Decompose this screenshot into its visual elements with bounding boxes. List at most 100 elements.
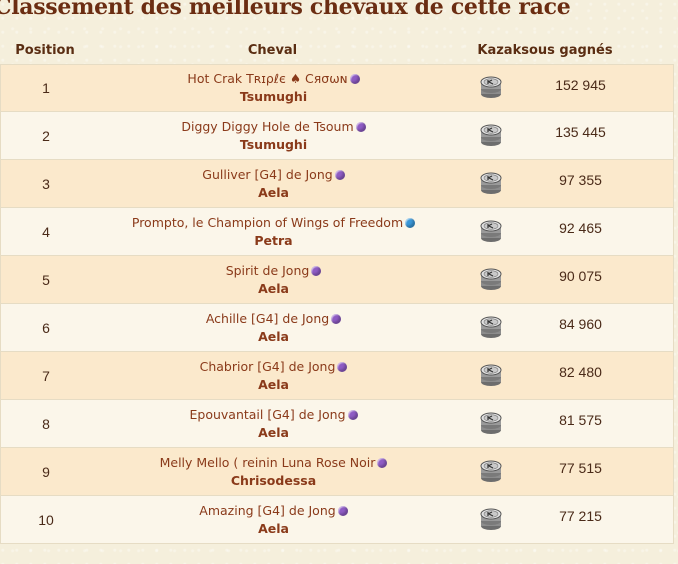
kazaksous-coin-icon: [480, 172, 502, 194]
horse-name-link[interactable]: Chabrior [G4] de Jong: [200, 359, 336, 374]
table-row: 7 Chabrior [G4] de Jong Aela 82 480: [0, 352, 674, 400]
horse-name-line: Epouvantail [G4] de Jong: [91, 406, 456, 424]
row-coin-cell: [456, 460, 526, 484]
table-row: 5 Spirit de Jong Aela 90 075: [0, 256, 674, 304]
row-horse-cell: Gulliver [G4] de Jong Aela: [91, 166, 456, 202]
horse-name-line: Spirit de Jong: [91, 262, 456, 280]
purple-gem-icon: [355, 121, 366, 132]
purple-gem-icon: [347, 409, 358, 420]
row-coin-cell: [456, 124, 526, 148]
horse-name-link[interactable]: Prompto, le Champion of Wings of Freedom: [132, 215, 403, 230]
owner-name-link[interactable]: Aela: [91, 184, 456, 202]
owner-name-link[interactable]: Aela: [91, 376, 456, 394]
row-coin-cell: [456, 268, 526, 292]
horse-name-line: Prompto, le Champion of Wings of Freedom: [91, 214, 456, 232]
table-header: Position Cheval Kazaksous gagnés: [0, 36, 674, 64]
row-coin-cell: [456, 220, 526, 244]
kazaksous-coin-icon: [480, 268, 502, 290]
purple-gem-icon: [349, 74, 360, 84]
header-horse: Cheval: [247, 42, 298, 58]
owner-name-link[interactable]: Aela: [91, 520, 456, 538]
row-position: 7: [42, 367, 50, 384]
horse-name-line: Hot Crak Tʀɪρℓє ♠ Cяσωɴ: [91, 70, 456, 88]
table-row: 10 Amazing [G4] de Jong Aela 77 215: [0, 496, 674, 544]
horse-name-link[interactable]: Melly Mello ( reinin Luna Rose Noir: [160, 455, 376, 470]
horse-name-link[interactable]: Hot Crak Tʀɪρℓє ♠ Cяσωɴ: [187, 71, 347, 86]
horse-name-line: Chabrior [G4] de Jong: [91, 358, 456, 376]
row-position: 5: [42, 271, 50, 288]
horse-name-line: Melly Mello ( reinin Luna Rose Noir: [91, 454, 456, 472]
row-position: 8: [42, 415, 50, 432]
row-kazaksous: 152 945: [555, 77, 606, 93]
kazaksous-coin-icon: [480, 76, 502, 98]
row-coin-cell: [456, 508, 526, 532]
kazaksous-coin-icon: [480, 460, 502, 482]
purple-gem-icon: [337, 505, 348, 516]
row-horse-cell: Spirit de Jong Aela: [91, 262, 456, 298]
page-title: Classement des meilleurs chevaux de cett…: [0, 0, 571, 20]
horse-name-link[interactable]: Achille [G4] de Jong: [206, 311, 329, 326]
header-kazaksous: Kazaksous gagnés: [477, 42, 613, 58]
owner-name-link[interactable]: Tsumughi: [91, 88, 456, 106]
purple-gem-icon: [331, 313, 342, 324]
table-row: 4 Prompto, le Champion of Wings of Freedo…: [0, 208, 674, 256]
horse-name-link[interactable]: Diggy Diggy Hole de Tsoum: [181, 119, 353, 134]
row-position: 1: [42, 80, 50, 96]
row-kazaksous: 82 480: [559, 364, 602, 380]
row-horse-cell: Chabrior [G4] de Jong Aela: [91, 358, 456, 394]
row-position: 9: [42, 463, 50, 480]
row-kazaksous: 84 960: [559, 316, 602, 332]
row-kazaksous: 77 215: [559, 508, 602, 524]
owner-name-link[interactable]: Petra: [91, 232, 456, 250]
row-kazaksous: 92 465: [559, 220, 602, 236]
purple-gem-icon: [334, 169, 345, 180]
row-position: 6: [42, 319, 50, 336]
kazaksous-coin-icon: [480, 316, 502, 338]
horse-name-line: Diggy Diggy Hole de Tsoum: [91, 118, 456, 136]
horse-name-link[interactable]: Amazing [G4] de Jong: [199, 503, 335, 518]
row-horse-cell: Epouvantail [G4] de Jong Aela: [91, 406, 456, 442]
owner-name-link[interactable]: Chrisodessa: [91, 472, 456, 490]
owner-name-link[interactable]: Aela: [91, 280, 456, 298]
owner-name-link[interactable]: Aela: [91, 328, 456, 346]
purple-gem-icon: [377, 457, 388, 468]
row-horse-cell: Prompto, le Champion of Wings of Freedom…: [91, 214, 456, 250]
row-coin-cell: [456, 172, 526, 196]
kazaksous-coin-icon: [480, 364, 502, 386]
header-position: Position: [15, 42, 75, 58]
kazaksous-coin-icon: [480, 124, 502, 146]
table-row: 9 Melly Mello ( reinin Luna Rose Noir Chri…: [0, 448, 674, 496]
row-horse-cell: Hot Crak Tʀɪρℓє ♠ Cяσωɴ Tsumughi: [91, 70, 456, 106]
row-coin-cell: [456, 412, 526, 436]
row-coin-cell: [456, 76, 526, 100]
row-kazaksous: 97 355: [559, 172, 602, 188]
horse-name-link[interactable]: Epouvantail [G4] de Jong: [189, 407, 345, 422]
row-position: 10: [38, 511, 54, 528]
row-position: 2: [42, 127, 50, 144]
table-row: 3 Gulliver [G4] de Jong Aela 97 355: [0, 160, 674, 208]
row-horse-cell: Diggy Diggy Hole de Tsoum Tsumughi: [91, 118, 456, 154]
row-position: 3: [42, 175, 50, 192]
blue-gem-icon: [405, 217, 416, 228]
table-row: 2 Diggy Diggy Hole de Tsoum Tsumughi 135 44…: [0, 112, 674, 160]
horse-name-link[interactable]: Gulliver [G4] de Jong: [202, 167, 332, 182]
row-kazaksous: 135 445: [555, 124, 606, 140]
row-horse-cell: Achille [G4] de Jong Aela: [91, 310, 456, 346]
table-row: 1 Hot Crak Tʀɪρℓє ♠ Cяσωɴ Tsumughi 152 945: [0, 64, 674, 112]
row-horse-cell: Melly Mello ( reinin Luna Rose Noir Chris…: [91, 454, 456, 490]
kazaksous-coin-icon: [480, 508, 502, 530]
horse-name-link[interactable]: Spirit de Jong: [226, 263, 310, 278]
row-coin-cell: [456, 364, 526, 388]
row-position: 4: [42, 223, 50, 240]
owner-name-link[interactable]: Aela: [91, 424, 456, 442]
kazaksous-coin-icon: [480, 412, 502, 434]
ranking-table: Position Cheval Kazaksous gagnés 1 Hot Cr…: [0, 36, 674, 544]
kazaksous-coin-icon: [480, 220, 502, 242]
purple-gem-icon: [337, 361, 348, 372]
table-body: 1 Hot Crak Tʀɪρℓє ♠ Cяσωɴ Tsumughi 152 945 2…: [0, 64, 674, 544]
row-kazaksous: 81 575: [559, 412, 602, 428]
owner-name-link[interactable]: Tsumughi: [91, 136, 456, 154]
horse-name-line: Gulliver [G4] de Jong: [91, 166, 456, 184]
row-coin-cell: [456, 316, 526, 340]
horse-name-line: Amazing [G4] de Jong: [91, 502, 456, 520]
